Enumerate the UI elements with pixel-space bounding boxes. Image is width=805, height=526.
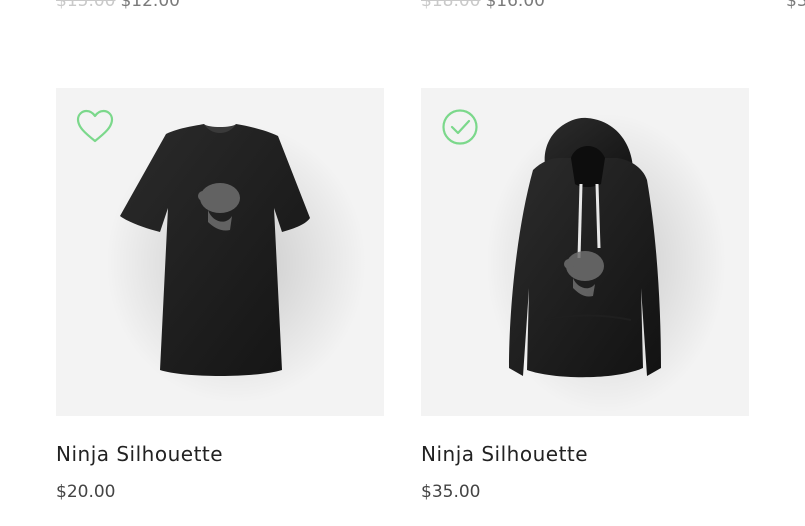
sale-price: $12.00 [120, 0, 180, 11]
product-title[interactable]: Ninja Silhouette [56, 442, 384, 466]
product-image-box[interactable] [56, 88, 384, 416]
old-price: $18.00 [421, 0, 481, 11]
sale-price: $3 [786, 0, 805, 11]
heart-outline-icon[interactable] [76, 108, 114, 146]
previous-product-price-3: $3 [786, 0, 805, 11]
product-price: $35.00 [421, 482, 481, 502]
old-price: $15.00 [56, 0, 116, 11]
product-grid: $15.00 $12.00 $18.00 $16.00 $3 Ninja Sil… [0, 0, 805, 526]
product-title[interactable]: Ninja Silhouette [421, 442, 749, 466]
previous-product-price-1: $15.00 $12.00 [56, 0, 180, 11]
product-price: $20.00 [56, 482, 116, 502]
product-card[interactable]: Ninja Silhouette $35.00 [421, 88, 749, 502]
sale-price: $16.00 [485, 0, 545, 11]
check-circle-icon[interactable] [441, 108, 479, 146]
product-image-box[interactable] [421, 88, 749, 416]
product-card[interactable]: Ninja Silhouette $20.00 [56, 88, 384, 502]
previous-product-price-2: $18.00 $16.00 [421, 0, 545, 11]
